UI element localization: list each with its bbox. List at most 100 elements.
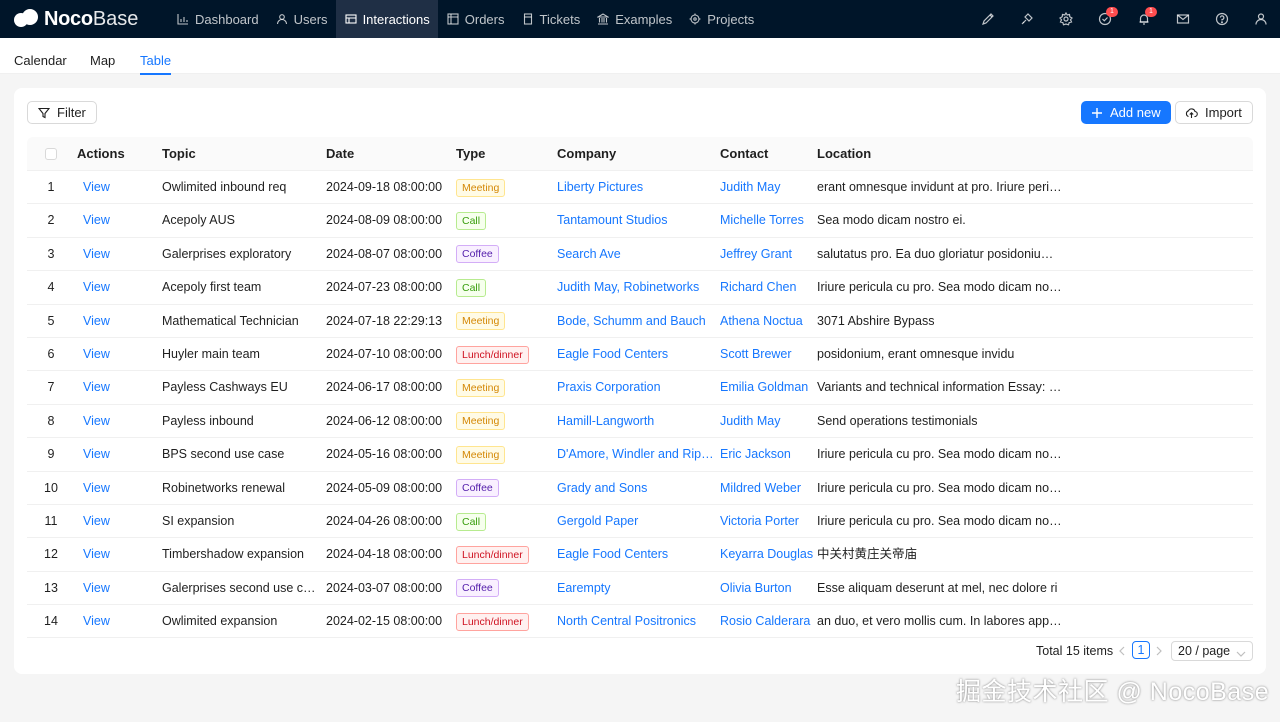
row-number: 11 xyxy=(44,513,58,528)
cell-contact-link[interactable]: Keyarra Douglas xyxy=(720,538,814,571)
cell-date: 2024-05-09 08:00:00 xyxy=(326,480,443,495)
column-header-topic[interactable]: Topic xyxy=(162,137,196,171)
cloud-upload-icon xyxy=(1185,107,1198,119)
cell-contact-link[interactable]: Olivia Burton xyxy=(720,572,814,605)
cell-type: Lunch/dinner xyxy=(456,605,529,638)
cell-company-link[interactable]: Liberty Pictures xyxy=(557,171,717,204)
cell-type: Call xyxy=(456,204,487,237)
cell-contact-link[interactable]: Athena Noctua xyxy=(720,305,814,338)
cell-contact-link[interactable]: Emilia Goldman xyxy=(720,371,814,404)
mail-icon[interactable] xyxy=(1163,0,1202,38)
table-row: 4 View Acepoly first team 2024-07-23 08:00:… xyxy=(27,271,1253,305)
cell-type: Call xyxy=(456,505,487,538)
column-header-type[interactable]: Type xyxy=(456,137,485,171)
cell-location: 中关村黄庄关帝庙 xyxy=(817,547,918,562)
table-row: 3 View Galerprises exploratory 2024-08-07 0… xyxy=(27,238,1253,272)
cell-company-link[interactable]: Bode, Schumm and Bauch xyxy=(557,305,717,338)
cell-contact-link[interactable]: Judith May xyxy=(720,171,814,204)
cell-contact-link[interactable]: Rosio Calderara xyxy=(720,605,814,638)
cell-location: posidonium, erant omnesque invidu xyxy=(817,346,1015,361)
nav-item-users[interactable]: Users xyxy=(267,0,336,38)
logo[interactable]: Noco Base xyxy=(0,0,168,38)
ui-editor-icon[interactable] xyxy=(968,0,1007,38)
nav-item-examples[interactable]: Examples xyxy=(588,0,680,38)
column-header-location[interactable]: Location xyxy=(817,137,871,171)
view-link[interactable]: View xyxy=(83,371,110,404)
view-link[interactable]: View xyxy=(83,605,110,638)
cell-company-link[interactable]: Gergold Paper xyxy=(557,505,717,538)
settings-icon[interactable] xyxy=(1046,0,1085,38)
nav-item-tickets[interactable]: Tickets xyxy=(513,0,589,38)
row-number: 3 xyxy=(47,246,55,261)
tasks-icon[interactable]: 1 xyxy=(1085,0,1124,38)
cell-contact-link[interactable]: Jeffrey Grant xyxy=(720,238,814,271)
page-size-select[interactable]: 20 / page xyxy=(1171,641,1253,661)
view-link[interactable]: View xyxy=(83,472,110,505)
cell-company-link[interactable]: Eagle Food Centers xyxy=(557,538,717,571)
nav-item-orders[interactable]: Orders xyxy=(438,0,513,38)
filter-button[interactable]: Filter xyxy=(27,101,97,124)
cell-company-link[interactable]: D'Amore, Windler and Rippin xyxy=(557,438,717,471)
column-header-contact[interactable]: Contact xyxy=(720,137,768,171)
page-1-button[interactable]: 1 xyxy=(1132,641,1150,659)
page-size-value: 20 / page xyxy=(1178,644,1231,658)
table-row: 11 View SI expansion 2024-04-26 08:00:00 Cal… xyxy=(27,505,1253,539)
tab-table[interactable]: Table xyxy=(140,38,172,75)
cell-company-link[interactable]: North Central Positronics xyxy=(557,605,717,638)
plugin-icon[interactable] xyxy=(1007,0,1046,38)
cell-company-link[interactable]: Search Ave xyxy=(557,238,717,271)
view-link[interactable]: View xyxy=(83,338,110,371)
cell-contact-link[interactable]: Scott Brewer xyxy=(720,338,814,371)
view-link[interactable]: View xyxy=(83,405,110,438)
next-page-icon[interactable] xyxy=(1155,641,1163,661)
logo-mark-icon xyxy=(14,9,38,29)
view-link[interactable]: View xyxy=(83,505,110,538)
cell-company-link[interactable]: Grady and Sons xyxy=(557,472,717,505)
cell-type: Meeting xyxy=(456,405,506,438)
view-link[interactable]: View xyxy=(83,204,110,237)
view-link[interactable]: View xyxy=(83,305,110,338)
view-link[interactable]: View xyxy=(83,271,110,304)
view-link[interactable]: View xyxy=(83,171,110,204)
filter-label: Filter xyxy=(57,105,86,120)
column-header-company[interactable]: Company xyxy=(557,137,616,171)
nav-item-dashboard[interactable]: Dashboard xyxy=(168,0,267,38)
view-link[interactable]: View xyxy=(83,438,110,471)
import-button[interactable]: Import xyxy=(1175,101,1253,124)
column-header-actions: Actions xyxy=(77,146,125,161)
row-number: 8 xyxy=(47,413,55,428)
cell-company-link[interactable]: Judith May, Robinetworks xyxy=(557,271,717,304)
notification-bell-icon[interactable]: 1 xyxy=(1124,0,1163,38)
tab-calendar[interactable]: Calendar xyxy=(14,38,67,74)
cell-contact-link[interactable]: Eric Jackson xyxy=(720,438,814,471)
cell-type: Call xyxy=(456,271,487,304)
view-link[interactable]: View xyxy=(83,538,110,571)
help-icon[interactable] xyxy=(1202,0,1241,38)
cell-type: Meeting xyxy=(456,171,506,204)
prev-page-icon[interactable] xyxy=(1118,641,1126,661)
nav-item-projects[interactable]: Projects xyxy=(680,0,762,38)
table-row: 10 View Robinetworks renewal 2024-05-09 08:… xyxy=(27,472,1253,505)
view-link[interactable]: View xyxy=(83,572,110,605)
cell-contact-link[interactable]: Michelle Torres xyxy=(720,204,814,237)
add-new-button[interactable]: Add new xyxy=(1081,101,1171,124)
cell-company-link[interactable]: Eagle Food Centers xyxy=(557,338,717,371)
cell-contact-link[interactable]: Victoria Porter xyxy=(720,505,814,538)
select-all-checkbox[interactable] xyxy=(45,148,57,160)
cell-contact-link[interactable]: Mildred Weber xyxy=(720,472,814,505)
cell-contact-link[interactable]: Richard Chen xyxy=(720,271,814,304)
tab-map[interactable]: Map xyxy=(90,38,115,74)
user-account-icon[interactable] xyxy=(1241,0,1280,38)
row-number: 12 xyxy=(44,547,58,562)
type-tag: Meeting xyxy=(456,178,506,197)
cell-company-link[interactable]: Hamill-Langworth xyxy=(557,405,717,438)
cell-company-link[interactable]: Earempty xyxy=(557,572,717,605)
column-header-date[interactable]: Date xyxy=(326,137,354,171)
cell-contact-link[interactable]: Judith May xyxy=(720,405,814,438)
type-tag: Coffee xyxy=(456,579,499,598)
cell-company-link[interactable]: Praxis Corporation xyxy=(557,371,717,404)
view-link[interactable]: View xyxy=(83,238,110,271)
cell-company-link[interactable]: Tantamount Studios xyxy=(557,204,717,237)
nav-item-label: Tickets xyxy=(539,11,581,27)
nav-item-interactions[interactable]: Interactions xyxy=(335,0,438,38)
